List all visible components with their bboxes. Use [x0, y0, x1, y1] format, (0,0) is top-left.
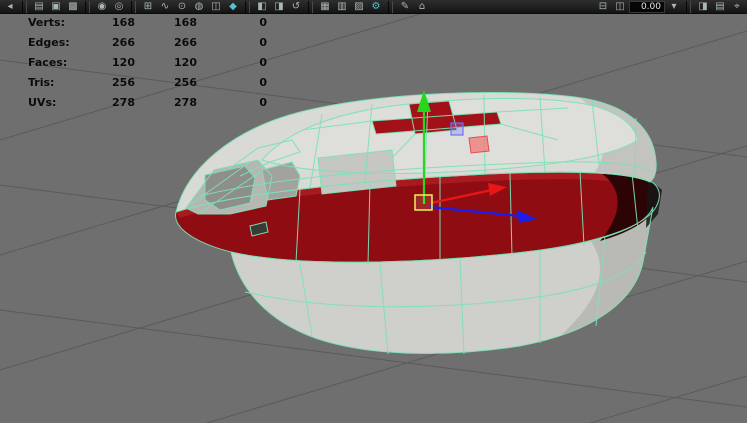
input-connections-icon[interactable]: ◧	[254, 0, 270, 13]
toolbar-separator[interactable]	[131, 0, 136, 13]
selection-mask-object-icon[interactable]: ▣	[48, 0, 64, 13]
hud-row-label: Verts:	[28, 16, 66, 29]
render-settings-icon[interactable]: ⚙	[368, 0, 384, 13]
snap-to-view-plane-icon[interactable]: ◫	[208, 0, 224, 13]
tool-settings-toggle-icon[interactable]: ⌖	[729, 0, 745, 13]
hud-extra-count: 0	[259, 56, 267, 69]
kit-right-shadow	[646, 178, 662, 228]
toolbar-separator[interactable]	[686, 0, 691, 13]
toolbar-separator[interactable]	[85, 0, 90, 13]
paint-effects-icon[interactable]: ✎	[397, 0, 413, 13]
lock-selection-icon[interactable]: ◉	[94, 0, 110, 13]
hud-row: Edges: 266 266 0	[0, 33, 267, 53]
snap-to-grid-icon[interactable]: ⊞	[140, 0, 156, 13]
absolute-relative-toggle-icon[interactable]: ▾	[666, 0, 682, 13]
toolbar-separator[interactable]	[245, 0, 250, 13]
hud-total-count: 266	[174, 36, 197, 49]
hud-extra-count: 0	[259, 36, 267, 49]
toolbar-separator[interactable]	[388, 0, 393, 13]
hud-extra-count: 0	[259, 16, 267, 29]
manipulator-xy-plane-handle[interactable]	[468, 135, 490, 154]
hud-row-label: Tris:	[28, 76, 55, 89]
selection-mask-hierarchy-icon[interactable]: ▤	[31, 0, 47, 13]
hud-current-count: 266	[112, 36, 135, 49]
make-live-icon[interactable]: ◆	[225, 0, 241, 13]
hud-current-count: 120	[112, 56, 135, 69]
panel-toggle-icon[interactable]: ◫	[612, 0, 628, 13]
render-current-frame-icon[interactable]: ▥	[334, 0, 350, 13]
grid-line	[588, 375, 747, 423]
toolbar-collapse-icon[interactable]: ◂	[2, 0, 18, 13]
construction-history-icon[interactable]: ↺	[288, 0, 304, 13]
hud-row-label: Faces:	[28, 56, 68, 69]
ipr-render-icon[interactable]: ▨	[351, 0, 367, 13]
hud-current-count: 278	[112, 96, 135, 109]
manipulator-center-handle[interactable]	[414, 194, 433, 211]
hud-row-label: Edges:	[28, 36, 70, 49]
hud-total-count: 278	[174, 96, 197, 109]
scene-hierarchy-icon[interactable]: ⌂	[414, 0, 430, 13]
hud-row: Tris: 256 256 0	[0, 73, 267, 93]
snap-to-projected-center-icon[interactable]: ◍	[191, 0, 207, 13]
hud-total-count: 256	[174, 76, 197, 89]
hud-extra-count: 0	[259, 76, 267, 89]
hud-total-count: 168	[174, 16, 197, 29]
grid-layout-icon[interactable]: ⊟	[595, 0, 611, 13]
manipulator-yz-plane-handle[interactable]	[450, 122, 464, 136]
snap-to-point-icon[interactable]: ⊙	[174, 0, 190, 13]
hud-row: Faces: 120 120 0	[0, 53, 267, 73]
hud-total-count: 120	[174, 56, 197, 69]
coordinate-input-field[interactable]: 0.00	[629, 0, 665, 13]
output-connections-icon[interactable]: ◨	[271, 0, 287, 13]
poly-count-hud: Verts: 168 168 0 Edges: 266 266 0 Faces: 120 120 0 T…	[0, 13, 267, 113]
hud-extra-count: 0	[259, 96, 267, 109]
hud-current-count: 256	[112, 76, 135, 89]
attribute-editor-toggle-icon[interactable]: ◨	[695, 0, 711, 13]
toolbar-separator[interactable]	[22, 0, 27, 13]
open-render-view-icon[interactable]: ▦	[317, 0, 333, 13]
selection-mask-component-icon[interactable]: ▩	[65, 0, 81, 13]
hud-row-label: UVs:	[28, 96, 57, 109]
hud-row: UVs: 278 278 0	[0, 93, 267, 113]
snap-to-curve-icon[interactable]: ∿	[157, 0, 173, 13]
hud-current-count: 168	[112, 16, 135, 29]
maya-3d-viewport-screen: { "toolbar": { "coordinate_value": "0.00…	[0, 0, 747, 423]
highlight-selection-icon[interactable]: ◎	[111, 0, 127, 13]
toolbar-separator[interactable]	[308, 0, 313, 13]
status-line-toolbar: ◂ ▤ ▣ ▩ ◉ ◎ ⊞ ∿ ⊙ ◍ ◫ ◆ ◧ ◨ ↺ ▦ ▥ ▨ ⚙ ✎ ⌂ ⊟ ◫ 0.00 ▾ ◨ ▤ ⌖	[0, 0, 747, 14]
hud-row: Verts: 168 168 0	[0, 13, 267, 33]
channel-box-toggle-icon[interactable]: ▤	[712, 0, 728, 13]
